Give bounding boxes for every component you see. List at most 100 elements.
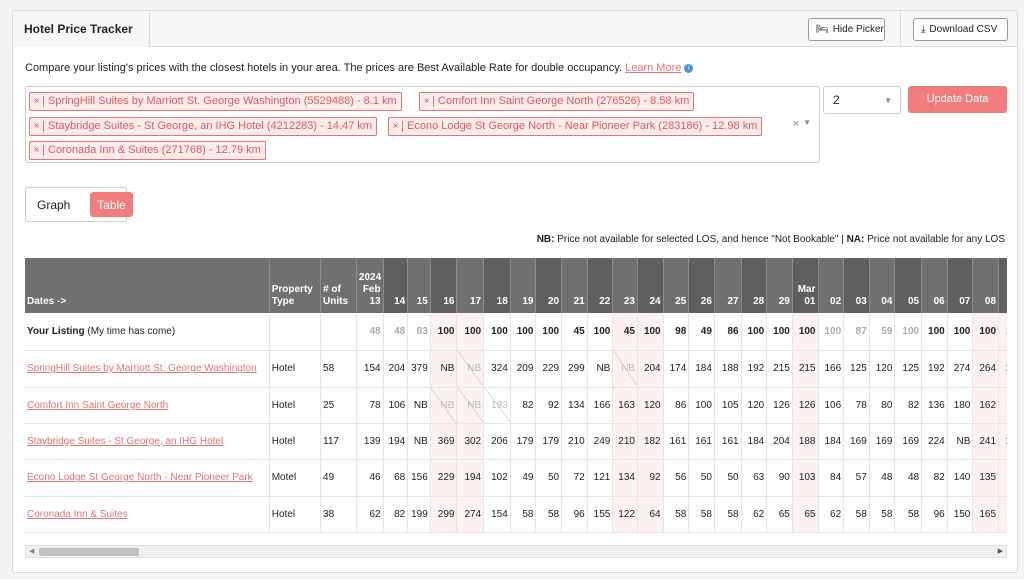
update-data-button[interactable]: Update Data: [908, 86, 1007, 113]
los-select[interactable]: 2 ▼: [823, 86, 901, 114]
units-cell: 117: [320, 423, 357, 460]
hotel-chip[interactable]: × SpringHill Suites by Marriott St. Georg…: [29, 92, 402, 111]
learn-more-link[interactable]: Learn More: [625, 62, 681, 74]
hotel-chip[interactable]: × Comfort Inn Saint George North (276526)…: [419, 92, 695, 111]
clear-all-icon[interactable]: ×: [793, 118, 799, 130]
remove-chip-icon[interactable]: ×: [420, 96, 434, 107]
price-cell: 188: [714, 350, 742, 388]
hotel-chip-label: Coronada Inn & Suites (271768) - 12.79 k…: [48, 144, 261, 156]
remove-chip-icon[interactable]: ×: [389, 121, 403, 132]
price-table-container[interactable]: Dates -> Property Type # of Units 2024 Feb 13…: [25, 258, 1007, 533]
occupancy-cell: 100: [741, 313, 768, 351]
price-cell: 180: [947, 387, 974, 424]
table-tab[interactable]: Table: [90, 192, 133, 217]
price-cell: 224: [921, 423, 948, 460]
hotel-chip[interactable]: × Staybridge Suites - St George, an IHG H…: [29, 117, 378, 136]
info-icon[interactable]: i: [684, 64, 694, 73]
los-value: 2: [833, 93, 840, 107]
scrollbar-thumb[interactable]: [39, 548, 139, 556]
hotel-name-cell: Staybridge Suites - St George, an IHG Ho…: [25, 423, 270, 460]
view-toggle: Graph Table: [25, 187, 133, 222]
hotel-name-cell: Comfort Inn Saint George North: [25, 387, 270, 424]
price-cell: 156: [407, 459, 431, 497]
download-csv-button[interactable]: ⤓ Download CSV: [913, 18, 1008, 41]
price-cell: 169: [894, 423, 923, 460]
price-cell: 88: [998, 459, 1007, 497]
occupancy-cell: 100: [894, 313, 923, 351]
price-cell: 161: [714, 423, 742, 460]
scroll-right-icon[interactable]: ▶: [998, 547, 1003, 555]
price-cell: 154: [356, 350, 384, 388]
hotel-link[interactable]: Coronada Inn & Suites: [27, 509, 128, 520]
na-text: Price not available for any LOS: [864, 234, 1005, 245]
price-cell: 100: [688, 387, 715, 424]
price-cell: 150: [947, 496, 974, 533]
date-column-header: 06: [921, 258, 948, 313]
hotel-chip[interactable]: × Coronada Inn & Suites (271768) - 12.79 …: [29, 141, 266, 160]
price-cell: 163: [612, 387, 638, 424]
price-cell: 299: [430, 496, 458, 533]
horizontal-scrollbar[interactable]: ◀ ▶: [25, 545, 1007, 558]
hotel-chip-label: Staybridge Suites - St George, an IHG Ho…: [48, 120, 373, 132]
price-cell: 65: [766, 496, 793, 533]
hotel-link[interactable]: Comfort Inn Saint George North: [27, 400, 168, 411]
price-cell: 120: [741, 387, 768, 424]
date-column-header: 27: [714, 258, 742, 313]
occupancy-cell: 83: [407, 313, 431, 351]
price-cell: 90: [766, 459, 793, 497]
compare-text: Compare your listing's prices with the c…: [25, 62, 623, 74]
compare-description: Compare your listing's prices with the c…: [25, 62, 694, 74]
hotel-chip[interactable]: × Econo Lodge St George North - Near Pion…: [388, 117, 763, 136]
price-cell: 169: [843, 423, 870, 460]
price-cell: 92: [637, 459, 664, 497]
price-cell: 264: [972, 350, 1000, 388]
price-cell: 78: [356, 387, 384, 424]
date-column-header: 09: [998, 258, 1007, 313]
occupancy-cell: 100: [637, 313, 664, 351]
remove-chip-icon[interactable]: ×: [30, 96, 44, 107]
remove-chip-icon[interactable]: ×: [30, 121, 44, 132]
chevron-down-icon[interactable]: ▼: [803, 118, 811, 127]
price-cell: 206: [483, 423, 511, 460]
occupancy-cell: 45: [561, 313, 588, 351]
price-cell: 106: [383, 387, 409, 424]
price-cell: 192: [741, 350, 768, 388]
price-cell: 86: [663, 387, 690, 424]
price-cell: 192: [921, 350, 948, 388]
listing-name: Your Listing: [27, 325, 85, 337]
graph-tab[interactable]: Graph: [37, 198, 70, 212]
occupancy-cell: 100: [818, 313, 845, 351]
price-cell: 106: [818, 387, 845, 424]
price-cell: 62: [741, 496, 768, 533]
scroll-left-icon[interactable]: ◀: [29, 547, 34, 555]
price-cell: 50: [714, 459, 742, 497]
date-column-header: 15: [407, 258, 431, 313]
occupancy-cell: 100: [430, 313, 458, 351]
table-row: Econo Lodge St George North - Near Pione…: [25, 459, 1007, 497]
hotel-link[interactable]: SpringHill Suites by Marriott St. George…: [27, 363, 257, 374]
units-cell: 49: [320, 459, 357, 497]
price-cell: 50: [688, 459, 715, 497]
price-cell: 63: [741, 459, 768, 497]
price-cell: 379: [407, 350, 431, 388]
price-cell: 58: [510, 496, 537, 533]
price-cell: 120: [637, 387, 664, 424]
price-cell: 65: [792, 496, 819, 533]
price-cell: 49: [510, 459, 537, 497]
date-column-header: 08: [972, 258, 1000, 313]
occupancy-cell: 48: [383, 313, 409, 351]
remove-chip-icon[interactable]: ×: [30, 145, 44, 156]
occupancy-cell: 100: [535, 313, 563, 351]
price-cell: 324: [483, 350, 511, 388]
units-cell: 38: [320, 496, 357, 533]
hide-picker-button[interactable]: 🛏 Hide Picker: [808, 18, 885, 41]
date-column-header: 20: [535, 258, 563, 313]
property-type-cell: Hotel: [269, 387, 322, 424]
price-cell: 72: [561, 459, 588, 497]
hotel-name-cell: SpringHill Suites by Marriott St. George…: [25, 350, 270, 388]
hotel-link[interactable]: Staybridge Suites - St George, an IHG Ho…: [27, 436, 223, 447]
occupancy-cell: 45: [612, 313, 638, 351]
price-cell: 58: [688, 496, 715, 533]
hotel-link[interactable]: Econo Lodge St George North - Near Pione…: [27, 472, 253, 483]
hotel-picker[interactable]: × SpringHill Suites by Marriott St. Georg…: [25, 86, 820, 163]
